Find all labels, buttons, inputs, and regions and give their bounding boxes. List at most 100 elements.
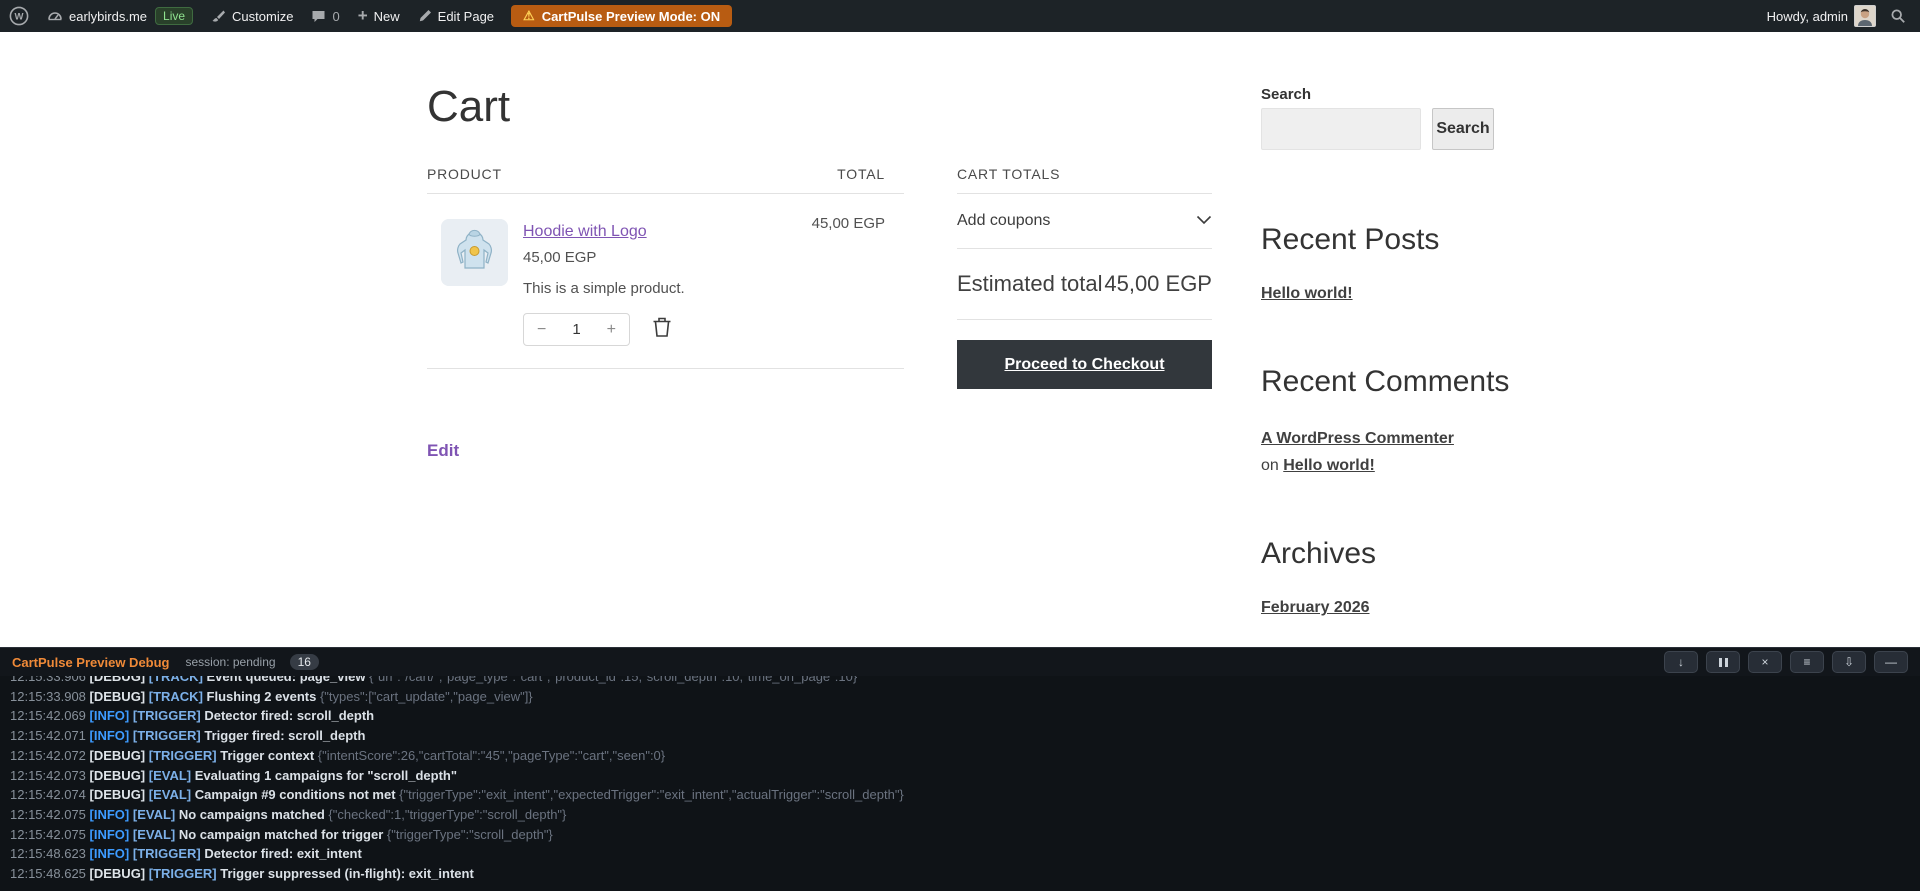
log-level: [INFO]	[90, 807, 133, 822]
proceed-to-checkout-button[interactable]: Proceed to Checkout	[957, 340, 1212, 389]
log-tag: [TRACK]	[149, 676, 207, 684]
log-row: 12:15:33.908 [DEBUG] [TRACK] Flushing 2 …	[10, 687, 1920, 707]
archive-link[interactable]: February 2026	[1261, 599, 1370, 617]
product-column-header: PRODUCT	[427, 166, 502, 182]
log-message: Detector fired: exit_intent	[204, 846, 361, 861]
comments-menu[interactable]: 0	[302, 0, 348, 32]
cart-items-table: PRODUCT TOTAL Hoodie with Logo 45,00 EGP…	[427, 166, 904, 369]
log-payload: {"triggerType":"scroll_depth"}	[387, 827, 553, 842]
edit-cart-link[interactable]: Edit	[427, 441, 459, 461]
log-level: [DEBUG]	[90, 787, 149, 802]
live-environment-badge: Live	[155, 7, 193, 25]
estimated-total-row: Estimated total 45,00 EGP	[957, 249, 1212, 320]
add-coupons-toggle[interactable]: Add coupons	[957, 194, 1212, 249]
edit-page-menu[interactable]: Edit Page	[409, 0, 503, 32]
pencil-icon	[418, 9, 432, 23]
log-time: 12:15:42.073	[10, 768, 90, 783]
account-menu[interactable]: Howdy, admin	[1761, 0, 1882, 32]
download-button[interactable]: ⇩	[1832, 651, 1866, 673]
comment-author-link[interactable]: A WordPress Commenter	[1261, 430, 1454, 447]
svg-text:W: W	[15, 12, 24, 23]
admin-bar-right: Howdy, admin	[1761, 0, 1920, 32]
search-input[interactable]	[1261, 108, 1421, 150]
wp-admin-bar: W earlybirds.me Live Customize	[0, 0, 1920, 32]
search-widget-label: Search	[1261, 86, 1541, 103]
log-message: Evaluating 1 campaigns for "scroll_depth…	[195, 768, 457, 783]
total-column-header: TOTAL	[837, 166, 904, 182]
comment-post-link[interactable]: Hello world!	[1283, 457, 1375, 474]
customize-label: Customize	[232, 9, 293, 24]
cartpulse-preview-mode-badge[interactable]: ⚠ CartPulse Preview Mode: ON	[511, 5, 732, 27]
search-icon	[1890, 8, 1906, 24]
debug-log-list[interactable]: 12:15:33.906 [DEBUG] [TRACK] Event queue…	[0, 676, 1920, 891]
admin-search-toggle[interactable]	[1882, 0, 1920, 32]
log-message: Event queued: page_view	[207, 676, 370, 684]
remove-item-button[interactable]	[652, 316, 672, 343]
add-coupons-label: Add coupons	[957, 212, 1050, 230]
log-message: Detector fired: scroll_depth	[204, 708, 374, 723]
log-message: Trigger suppressed (in-flight): exit_int…	[220, 866, 474, 881]
table-bottom-divider	[427, 368, 904, 369]
comment-connector: on	[1261, 457, 1283, 474]
comment-count: 0	[332, 9, 339, 24]
quantity-increase-button[interactable]: +	[607, 321, 616, 339]
log-row: 12:15:42.073 [DEBUG] [EVAL] Evaluating 1…	[10, 766, 1920, 786]
product-description: This is a simple product.	[523, 280, 904, 297]
log-time: 12:15:42.074	[10, 787, 90, 802]
log-row: 12:15:33.906 [DEBUG] [TRACK] Event queue…	[10, 676, 1920, 687]
log-tag: [EVAL]	[133, 807, 179, 822]
archives-widget: Archives February 2026	[1261, 537, 1541, 617]
log-payload: {"intentScore":26,"cartTotal":"45","page…	[318, 748, 665, 763]
site-menu[interactable]: earlybirds.me Live	[38, 0, 202, 32]
customize-menu[interactable]: Customize	[202, 0, 302, 32]
log-row: 12:15:42.069 [INFO] [TRIGGER] Detector f…	[10, 706, 1920, 726]
recent-post-link[interactable]: Hello world!	[1261, 285, 1353, 303]
log-tag: [TRIGGER]	[133, 728, 205, 743]
cart-item-row: Hoodie with Logo 45,00 EGP This is a sim…	[427, 194, 904, 346]
log-message: Campaign #9 conditions not met	[195, 787, 399, 802]
product-details: Hoodie with Logo 45,00 EGP This is a sim…	[523, 219, 904, 346]
estimated-total-label: Estimated total	[957, 271, 1103, 297]
product-price: 45,00 EGP	[523, 249, 904, 266]
log-row: 12:15:48.625 [DEBUG] [TRIGGER] Trigger s…	[10, 864, 1920, 884]
log-row: 12:15:42.075 [INFO] [EVAL] No campaign m…	[10, 825, 1920, 845]
debug-console-title: CartPulse Preview Debug	[12, 655, 170, 670]
pause-button[interactable]	[1706, 651, 1740, 673]
log-count-badge: 16	[290, 654, 319, 670]
page-title: Cart	[427, 82, 510, 132]
minimize-button[interactable]: —	[1874, 651, 1908, 673]
log-time: 12:15:42.075	[10, 827, 90, 842]
recent-comments-title: Recent Comments	[1261, 365, 1541, 399]
edit-page-label: Edit Page	[438, 9, 494, 24]
log-time: 12:15:42.069	[10, 708, 90, 723]
log-level: [DEBUG]	[90, 768, 149, 783]
log-row: 12:15:42.075 [INFO] [EVAL] No campaigns …	[10, 805, 1920, 825]
log-row: 12:15:42.072 [DEBUG] [TRIGGER] Trigger c…	[10, 746, 1920, 766]
log-time: 12:15:42.072	[10, 748, 90, 763]
cart-totals-panel: CART TOTALS Add coupons Estimated total …	[957, 166, 1212, 389]
search-button[interactable]: Search	[1432, 108, 1494, 150]
search-widget: Search	[1261, 108, 1541, 150]
quantity-stepper[interactable]: − 1 +	[523, 313, 630, 346]
log-level: [DEBUG]	[90, 676, 149, 684]
log-message: Trigger context	[220, 748, 318, 763]
cart-table-header: PRODUCT TOTAL	[427, 166, 904, 194]
log-tag: [TRIGGER]	[149, 866, 221, 881]
product-image[interactable]	[441, 219, 508, 286]
log-level: [INFO]	[90, 827, 133, 842]
product-name-link[interactable]: Hoodie with Logo	[523, 223, 647, 241]
wordpress-logo-menu[interactable]: W	[0, 0, 38, 32]
new-content-menu[interactable]: + New	[349, 0, 409, 32]
log-message: Trigger fired: scroll_depth	[204, 728, 365, 743]
recent-comments-widget: Recent Comments A WordPress Commenter on…	[1261, 365, 1541, 479]
sidebar: Search Search Recent Posts Hello world! …	[1261, 86, 1541, 709]
debug-console-actions: ↓ × ≡ ⇩ —	[1664, 651, 1908, 673]
quantity-decrease-button[interactable]: −	[537, 321, 546, 339]
log-level: [INFO]	[90, 708, 133, 723]
scroll-to-bottom-button[interactable]: ↓	[1664, 651, 1698, 673]
clear-button[interactable]: ×	[1748, 651, 1782, 673]
quantity-value[interactable]: 1	[572, 321, 580, 338]
log-time: 12:15:33.906	[10, 676, 90, 684]
wordpress-logo-icon: W	[9, 6, 29, 26]
menu-button[interactable]: ≡	[1790, 651, 1824, 673]
